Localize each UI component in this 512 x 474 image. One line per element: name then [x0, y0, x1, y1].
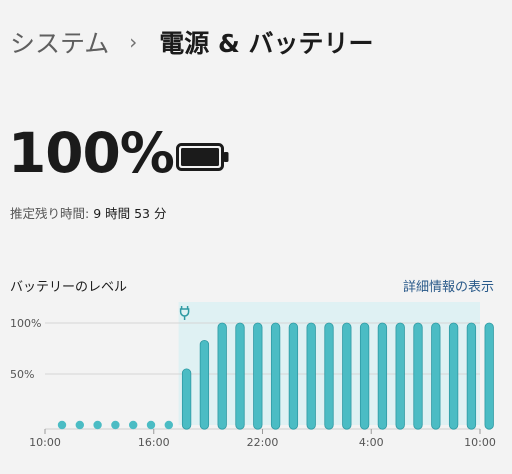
bar [377, 322, 388, 430]
bar [448, 322, 459, 430]
bar [395, 322, 405, 430]
page-title: 電源 & バッテリー [159, 29, 374, 58]
x-tick-label: 4:00 [359, 436, 384, 449]
bar [253, 322, 263, 430]
bar [288, 322, 299, 430]
x-tick-label: 22:00 [247, 436, 279, 449]
bar [217, 322, 227, 430]
battery-level-title: バッテリーのレベル [10, 280, 128, 295]
y-tick-label: 50% [10, 368, 34, 381]
bar [306, 322, 316, 430]
chevron-right-icon: › [129, 30, 138, 54]
remaining-value: 9 時間 53 分 [93, 206, 167, 221]
bar [359, 322, 370, 430]
bar [235, 322, 245, 430]
data-point [75, 420, 85, 430]
data-point [129, 420, 138, 430]
view-details-link[interactable]: 詳細情報の表示 [403, 276, 494, 295]
estimated-time-remaining: 推定残り時間: 9 時間 53 分 [10, 203, 166, 222]
data-point [146, 420, 156, 430]
battery-full-icon [176, 143, 229, 171]
x-tick-label: 16:00 [138, 436, 170, 449]
data-point [57, 420, 67, 430]
bar [342, 322, 352, 430]
bar [484, 322, 494, 430]
data-point [164, 420, 173, 430]
breadcrumb-parent-system[interactable]: システム [10, 24, 109, 60]
battery-level-chart[interactable]: 100% 50% 10:00 16:00 22:00 4:00 10:00 [0, 294, 512, 460]
bar [413, 322, 423, 430]
bar [270, 322, 281, 430]
bar [199, 339, 210, 430]
bar [431, 322, 441, 430]
bar [181, 368, 192, 430]
data-point [111, 420, 120, 430]
remaining-label: 推定残り時間: [10, 206, 90, 221]
bar [466, 322, 477, 430]
x-tick-label: 10:00 [29, 436, 61, 449]
y-tick-label: 100% [10, 317, 41, 330]
breadcrumb: システム › 電源 & バッテリー [10, 24, 373, 60]
battery-percentage: 100% [8, 121, 175, 185]
bar [324, 322, 334, 430]
data-point [93, 420, 102, 430]
x-tick-label: 10:00 [464, 436, 496, 449]
